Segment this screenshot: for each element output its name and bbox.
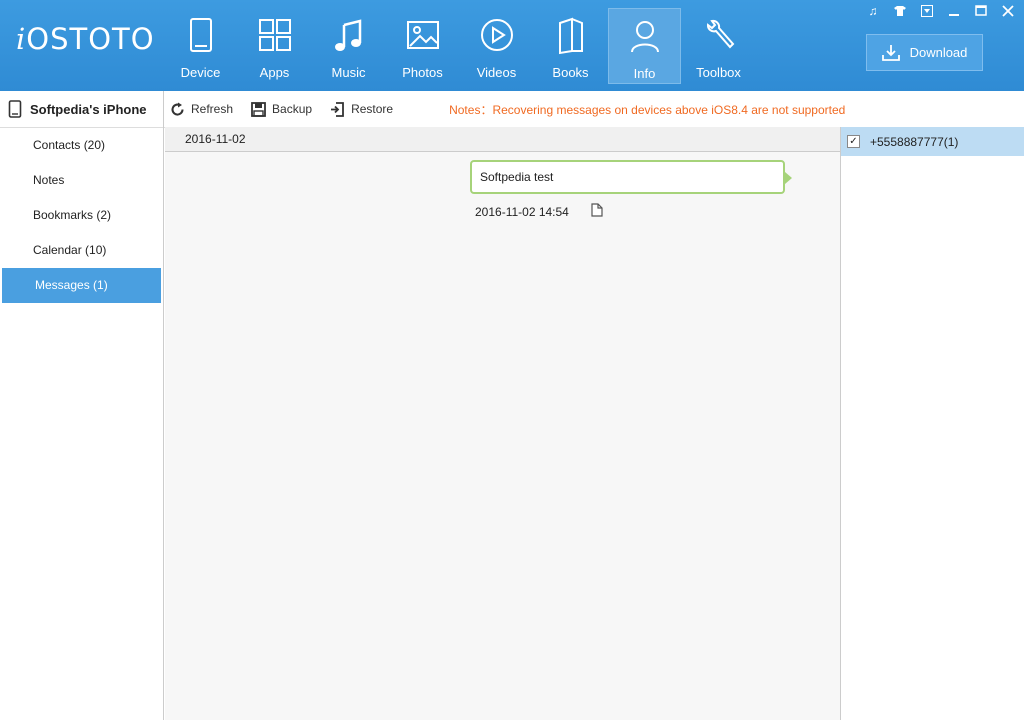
download-icon — [881, 44, 900, 61]
refresh-button[interactable]: Refresh — [170, 102, 233, 117]
nav-label: Music — [331, 65, 366, 80]
nav-label: Apps — [259, 65, 290, 80]
refresh-label: Refresh — [191, 102, 234, 116]
music-note-icon[interactable]: ♫ — [865, 3, 881, 19]
message-pane: 2016-11-02 Softpedia test 2016-11-02 14:… — [165, 127, 840, 720]
toolbox-icon — [706, 19, 734, 49]
info-icon — [630, 21, 659, 53]
nav-books[interactable]: Books — [534, 8, 607, 84]
nav-label: Device — [180, 65, 221, 80]
sidebar-item-notes[interactable]: Notes — [0, 163, 163, 198]
message-time: 2016-11-02 14:54 — [475, 205, 569, 219]
videos-icon — [480, 19, 513, 51]
music-icon — [334, 19, 361, 51]
nav-photos[interactable]: Photos — [386, 8, 459, 84]
nav-label: Books — [552, 65, 589, 80]
main-nav: Device Apps Music Photos Videos Books In… — [164, 8, 756, 84]
restore-button[interactable]: Restore — [330, 101, 394, 117]
device-icon — [189, 18, 212, 52]
top-bar: iOSTOTO Device Apps Music Photos Videos … — [0, 0, 1024, 91]
refresh-icon — [171, 102, 184, 116]
menu-icon[interactable] — [919, 3, 935, 19]
nav-toolbox[interactable]: Toolbox — [682, 8, 755, 84]
sidebar: Softpedia's iPhone Contacts (20) Notes B… — [0, 91, 164, 720]
download-label: Download — [909, 45, 968, 60]
maximize-icon[interactable] — [973, 3, 989, 19]
restore-icon — [331, 101, 344, 117]
device-header[interactable]: Softpedia's iPhone — [0, 91, 163, 128]
device-name: Softpedia's iPhone — [30, 101, 147, 117]
minimize-icon[interactable] — [946, 3, 962, 19]
books-icon — [558, 17, 583, 55]
window-controls: ♫ — [865, 3, 1016, 19]
conversation-item[interactable]: ✓ +5558887777(1) — [841, 127, 1024, 156]
restore-label: Restore — [351, 102, 394, 116]
apps-icon — [258, 19, 291, 51]
document-icon[interactable] — [591, 203, 603, 220]
nav-label: Toolbox — [696, 65, 741, 80]
nav-videos[interactable]: Videos — [460, 8, 533, 84]
sidebar-item-contacts[interactable]: Contacts (20) — [0, 128, 163, 163]
toolbar: Refresh Backup Restore Notes：Recovering … — [164, 91, 1024, 128]
nav-info[interactable]: Info — [608, 8, 681, 84]
nav-label: Videos — [476, 65, 517, 80]
nav-device[interactable]: Device — [164, 8, 237, 84]
close-icon[interactable] — [1000, 3, 1016, 19]
app-logo: iOSTOTO — [16, 22, 155, 56]
conversation-list: ✓ +5558887777(1) — [840, 127, 1024, 720]
nav-label: Info — [633, 66, 656, 81]
skin-icon[interactable] — [892, 3, 908, 19]
sidebar-item-bookmarks[interactable]: Bookmarks (2) — [0, 198, 163, 233]
download-button[interactable]: Download — [866, 34, 983, 71]
nav-music[interactable]: Music — [312, 8, 385, 84]
message-bubble[interactable]: Softpedia test — [470, 160, 792, 194]
sidebar-item-calendar[interactable]: Calendar (10) — [0, 233, 163, 268]
nav-apps[interactable]: Apps — [238, 8, 311, 84]
nav-label: Photos — [402, 65, 443, 80]
backup-button[interactable]: Backup — [251, 101, 313, 117]
notes-warning: Notes：Recovering messages on devices abo… — [449, 102, 846, 117]
phone-icon — [8, 100, 22, 118]
photos-icon — [406, 21, 439, 49]
conversation-label: +5558887777(1) — [870, 134, 959, 149]
checkbox[interactable]: ✓ — [847, 135, 860, 148]
backup-label: Backup — [272, 102, 313, 116]
sidebar-item-messages[interactable]: Messages (1) — [2, 268, 161, 303]
backup-icon — [251, 101, 266, 117]
date-header: 2016-11-02 — [165, 127, 840, 152]
